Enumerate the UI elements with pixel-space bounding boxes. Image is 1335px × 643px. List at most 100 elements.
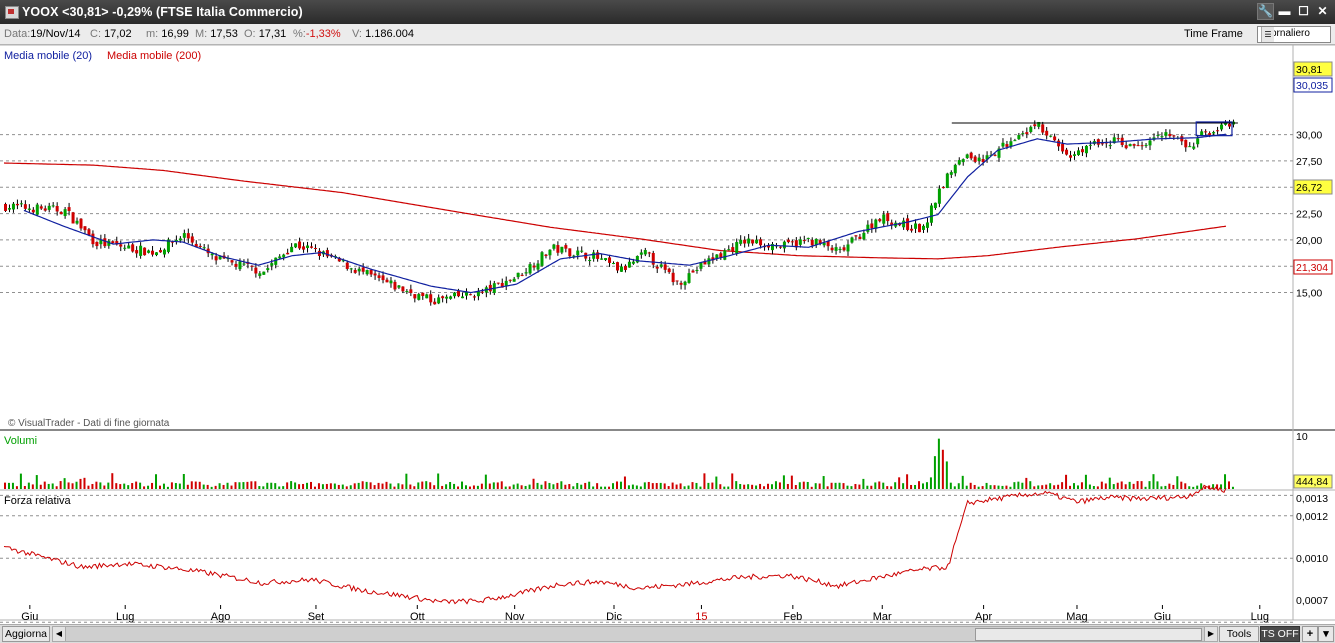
candle-body — [858, 236, 862, 239]
candle-body — [103, 238, 107, 247]
candle-body — [143, 247, 147, 256]
scroll-right-icon[interactable]: ▶ — [1204, 627, 1217, 641]
candle-body — [798, 239, 802, 245]
candle-body — [1156, 134, 1160, 136]
volume-bar — [910, 484, 913, 489]
volume-bar — [770, 484, 773, 489]
tools-button[interactable]: Tools — [1219, 626, 1259, 642]
volume-bar — [1084, 474, 1087, 489]
scroll-left-icon[interactable]: ◀ — [53, 627, 66, 641]
price-tick-label: 27,50 — [1296, 156, 1322, 168]
volume-bar — [735, 481, 738, 489]
volume-bar — [679, 483, 682, 489]
candle-body — [842, 247, 846, 251]
volume-bar — [31, 484, 34, 489]
volume-bar — [862, 478, 865, 489]
volume-bar — [472, 485, 475, 489]
volume-bar — [1080, 482, 1083, 489]
volume-bar — [540, 484, 543, 489]
candle-body — [1033, 124, 1037, 127]
volume-bar — [170, 482, 173, 489]
candle-body — [254, 267, 258, 274]
month-label: Set — [308, 611, 325, 623]
volume-bar — [786, 483, 789, 489]
volume-bar — [1041, 485, 1044, 489]
candle-body — [373, 273, 377, 276]
candle-body — [429, 294, 433, 303]
volume-bar — [278, 486, 281, 489]
volume-bar — [870, 485, 873, 489]
volume-bar — [488, 483, 491, 489]
refresh-button[interactable]: Aggiorna — [2, 626, 50, 642]
candle-body — [445, 296, 449, 299]
volume-bar — [71, 483, 74, 489]
month-label: Dic — [606, 611, 622, 623]
candlestick-series — [4, 119, 1235, 306]
volume-bar — [1033, 486, 1036, 489]
ts-off-button[interactable]: TS OFF — [1260, 626, 1300, 642]
volume-bar — [27, 482, 30, 489]
candle-body — [604, 258, 608, 261]
candle-body — [1108, 145, 1112, 147]
candle-body — [127, 245, 131, 249]
volume-bar — [11, 482, 14, 489]
add-button[interactable]: + — [1302, 626, 1318, 642]
legend-ma20[interactable]: Media mobile (20) — [4, 50, 92, 62]
stock-chart[interactable]: 30,0027,5025,0022,5020,0017,5015,0030,81… — [0, 0, 1335, 642]
volume-bar — [560, 481, 563, 489]
candle-body — [47, 205, 51, 210]
scroll-thumb[interactable] — [975, 628, 1202, 641]
volume-bar — [210, 486, 213, 489]
volume-bar — [47, 483, 50, 489]
month-label: Giu — [21, 611, 38, 623]
volume-bar — [715, 476, 718, 489]
candle-body — [1184, 139, 1188, 148]
candle-body — [560, 246, 564, 253]
candle-body — [921, 225, 925, 230]
volume-bar — [516, 483, 519, 489]
volume-bar — [206, 484, 209, 489]
volume-bar — [484, 474, 487, 489]
volume-panel-label[interactable]: Volumi — [4, 435, 37, 447]
volume-bar — [75, 481, 78, 489]
candle-body — [918, 223, 922, 233]
volume-bar — [309, 481, 312, 489]
more-button[interactable]: ▾ — [1318, 626, 1334, 642]
candle-body — [155, 252, 159, 256]
volume-bar — [608, 486, 611, 489]
volume-bar — [83, 477, 86, 489]
time-scrollbar[interactable]: ◀ ▶ — [52, 626, 1218, 642]
volume-bar — [1180, 481, 1183, 489]
month-label: Mar — [873, 611, 892, 623]
bottom-toolbar: Aggiorna ◀ ▶ Tools TS OFF + ▾ — [0, 624, 1335, 643]
volume-bar — [365, 481, 368, 489]
volume-bar — [1116, 482, 1119, 489]
candle-body — [123, 247, 127, 249]
candle-body — [242, 263, 246, 265]
rs-panel-label[interactable]: Forza relativa — [4, 495, 71, 507]
volume-bar — [691, 482, 694, 489]
candle-body — [1053, 136, 1057, 141]
candle-body — [576, 250, 580, 256]
volume-bar — [234, 482, 237, 489]
candle-body — [353, 269, 357, 273]
candle-body — [1073, 154, 1077, 156]
volume-bar — [596, 483, 599, 489]
volume-bar — [834, 482, 837, 489]
candle-body — [961, 159, 965, 163]
candle-body — [1005, 144, 1009, 147]
volume-bar — [313, 486, 316, 489]
candle-body — [449, 296, 453, 299]
candle-body — [782, 241, 786, 249]
candle-body — [735, 242, 739, 254]
candle-body — [830, 247, 834, 251]
volume-bar — [918, 481, 921, 489]
candle-body — [1212, 132, 1216, 134]
candle-body — [43, 208, 47, 211]
candle-body — [7, 208, 11, 210]
volume-bar — [449, 481, 452, 489]
volume-bar — [739, 483, 742, 489]
last-price-badge: 30,81 — [1296, 64, 1322, 76]
candle-body — [556, 245, 560, 253]
legend-ma200[interactable]: Media mobile (200) — [107, 50, 201, 62]
